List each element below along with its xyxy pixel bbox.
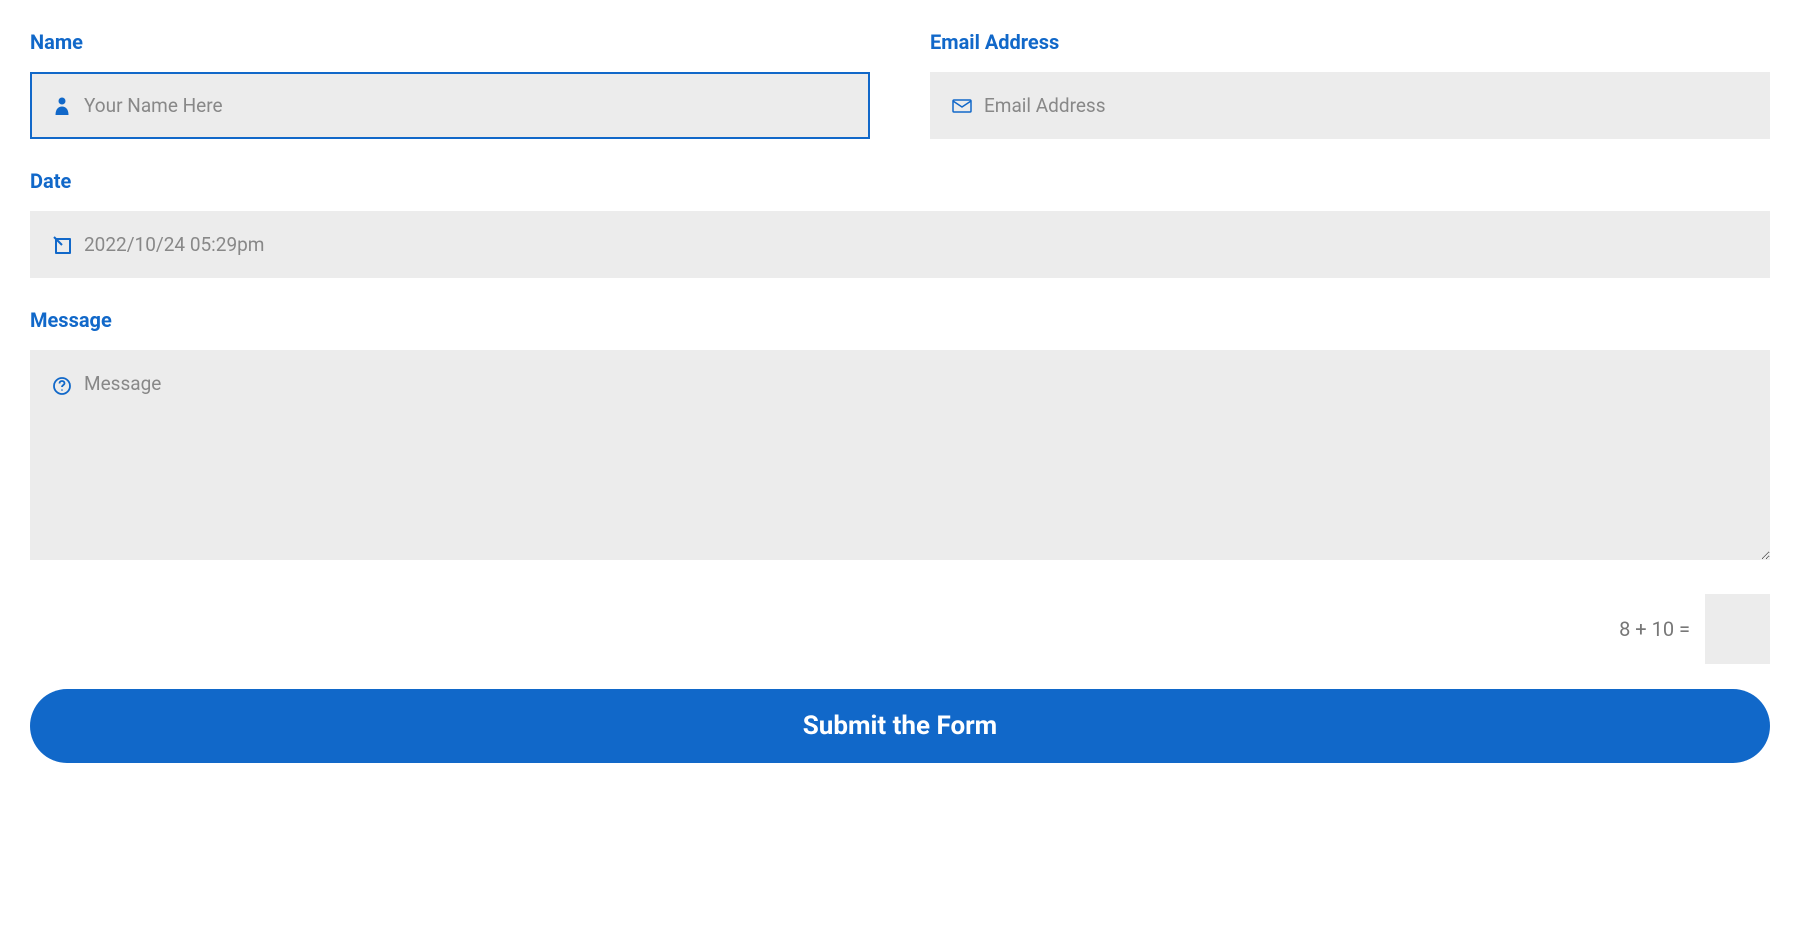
name-label: Name: [30, 30, 870, 54]
contact-form: Name Email Address: [30, 30, 1770, 763]
captcha-question: 8 + 10 =: [1619, 617, 1690, 641]
message-label: Message: [30, 308, 1770, 332]
form-group-date: Date: [30, 169, 1770, 278]
email-input-wrapper: [930, 72, 1770, 139]
date-label: Date: [30, 169, 1770, 193]
captcha-row: 8 + 10 =: [30, 594, 1770, 664]
date-input-wrapper: [30, 211, 1770, 278]
email-input[interactable]: [930, 72, 1770, 139]
email-icon: [952, 96, 972, 116]
message-input-wrapper: [30, 350, 1770, 564]
form-group-message: Message: [30, 308, 1770, 564]
form-group-email: Email Address: [930, 30, 1770, 139]
submit-button[interactable]: Submit the Form: [30, 689, 1770, 763]
form-row-1: Name Email Address: [30, 30, 1770, 139]
name-input-wrapper: [30, 72, 870, 139]
name-input[interactable]: [30, 72, 870, 139]
message-textarea[interactable]: [30, 350, 1770, 560]
captcha-input[interactable]: [1705, 594, 1770, 664]
email-label: Email Address: [930, 30, 1770, 54]
arrow-down-right-icon: [52, 235, 72, 255]
form-group-name: Name: [30, 30, 870, 139]
user-icon: [52, 96, 72, 116]
date-input[interactable]: [30, 211, 1770, 278]
question-circle-icon: [52, 376, 72, 396]
